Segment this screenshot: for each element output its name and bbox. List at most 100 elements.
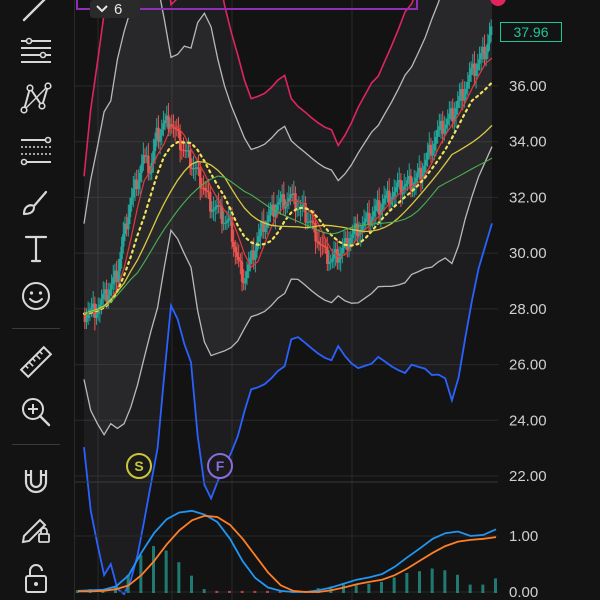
candle-body	[90, 307, 93, 310]
candle-body	[396, 182, 399, 188]
price-tick-label: 34.00	[509, 134, 547, 151]
candle-body	[85, 318, 88, 323]
candle-body	[454, 107, 458, 115]
candle-body	[416, 172, 419, 178]
candle-body	[478, 59, 481, 64]
candle-body	[384, 195, 388, 199]
legend-collapse-toggle[interactable]: 6	[90, 0, 140, 18]
histogram-bar	[367, 583, 371, 593]
candle-body	[469, 68, 473, 75]
candle-body	[382, 198, 386, 204]
candle-body	[426, 152, 429, 160]
candle-body	[374, 205, 377, 212]
candle-body	[112, 277, 115, 285]
histogram-bar	[228, 590, 231, 593]
candle-body	[204, 187, 207, 191]
candle-body	[446, 119, 449, 125]
price-tick-label: 32.00	[509, 189, 547, 206]
candle-body	[269, 209, 272, 216]
candle-body	[448, 113, 451, 120]
candle-body	[331, 258, 334, 262]
histogram-bar	[494, 578, 497, 593]
candle-body	[294, 193, 297, 211]
histogram-bar	[190, 575, 193, 593]
candle-body	[464, 88, 468, 94]
histogram-bar	[468, 584, 472, 593]
candle-body	[301, 204, 304, 207]
histogram-bar	[380, 581, 383, 593]
candle-body	[227, 218, 230, 221]
candle-body	[314, 222, 317, 242]
candle-body	[326, 246, 329, 265]
candle-body	[255, 242, 259, 251]
candle-body	[423, 165, 426, 173]
event-marker-letter: S	[134, 458, 143, 474]
candle-body	[245, 271, 249, 279]
candle-body	[489, 26, 493, 36]
alert-dot	[490, 0, 506, 6]
candle-body	[438, 126, 441, 131]
candle-body	[225, 220, 229, 223]
candle-body	[264, 227, 267, 232]
candle-body	[476, 63, 479, 70]
candle-body	[392, 191, 396, 197]
candle-body	[351, 234, 354, 239]
price-tick-label: 22.00	[509, 468, 547, 485]
candle-body	[444, 124, 448, 129]
candle-body	[424, 159, 428, 166]
event-marker-f[interactable]: F	[207, 453, 233, 479]
candle-body	[254, 250, 257, 260]
candle-body	[436, 130, 439, 137]
osc-tick-label: 0.00	[509, 584, 538, 600]
osc-tick-label: 1.00	[509, 528, 538, 545]
candle-body	[137, 181, 140, 190]
histogram-bar	[430, 568, 434, 593]
candle-body	[257, 236, 260, 242]
candle-body	[210, 211, 214, 213]
last-price-label: 37.96	[500, 22, 562, 42]
price-tick-label: 26.00	[509, 357, 547, 374]
candle-body	[341, 247, 344, 254]
candle-body	[247, 264, 250, 272]
candle-body	[108, 289, 112, 296]
legend-count: 6	[114, 0, 123, 18]
candle-body	[110, 284, 113, 290]
candle-body	[443, 128, 446, 134]
histogram-bar	[266, 590, 269, 593]
candle-body	[394, 187, 398, 192]
candle-body	[212, 209, 215, 212]
candle-body	[488, 35, 491, 44]
histogram-bar	[481, 584, 485, 593]
candle-body	[474, 69, 478, 76]
histogram-bar	[253, 590, 257, 593]
candle-body	[128, 204, 132, 218]
candle-body	[456, 101, 459, 108]
candle-body	[237, 257, 240, 261]
candle-body	[120, 246, 123, 259]
candle-body	[486, 43, 490, 53]
candle-body	[224, 222, 227, 224]
histogram-bar	[342, 584, 345, 593]
candle-body	[433, 143, 436, 151]
candle-body	[147, 155, 150, 174]
candle-body	[118, 258, 122, 272]
candle-body	[239, 260, 242, 262]
chevron-down-icon	[96, 5, 108, 13]
candle-body	[127, 217, 130, 230]
candle-body	[140, 164, 143, 173]
candle-body	[86, 314, 90, 319]
price-chart[interactable]: 36.00 34.00 32.00 30.00 28.00 26.00 24.00 22.00…	[0, 0, 600, 600]
candle-body	[259, 228, 262, 237]
candle-body	[214, 207, 217, 210]
event-marker-s[interactable]: S	[126, 453, 152, 479]
histogram-bar	[164, 550, 168, 593]
candle-body	[479, 53, 483, 60]
candle-body	[138, 172, 142, 182]
candle-body	[235, 252, 239, 258]
candle-body	[463, 93, 466, 101]
candle-body	[279, 198, 282, 203]
price-tick-label: 24.00	[509, 412, 547, 429]
candle-body	[163, 120, 167, 124]
candle-body	[122, 234, 125, 247]
candle-body	[142, 155, 145, 164]
